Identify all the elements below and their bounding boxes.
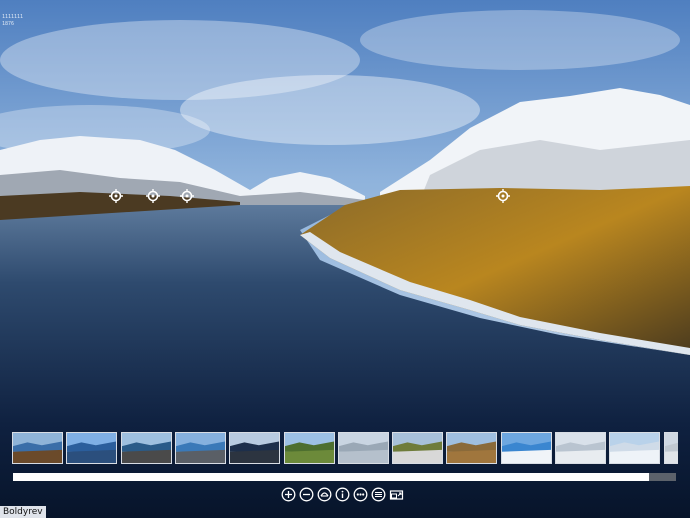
progress-fill <box>13 473 650 481</box>
thumbnail-11[interactable] <box>555 432 606 464</box>
thumbnail-image <box>284 433 334 463</box>
thumbnail-image <box>338 433 388 463</box>
vr-icon <box>317 487 332 502</box>
hotspots-toggle-button[interactable] <box>353 487 368 502</box>
thumbnail-9[interactable] <box>446 432 498 464</box>
thumbnail-image <box>393 433 443 463</box>
thumbnail-image <box>664 433 678 463</box>
thumbnail-5[interactable] <box>229 432 281 464</box>
progress-bar[interactable] <box>13 473 676 481</box>
dots-icon <box>353 487 368 502</box>
target-icon <box>146 189 160 203</box>
zoom-out-icon <box>299 487 314 502</box>
thumbnail-image <box>67 433 117 463</box>
panorama-viewer[interactable]: 1111111 1876 Boldyrev <box>0 0 690 518</box>
thumbnail-1[interactable] <box>12 432 63 464</box>
zoom-in-icon <box>281 487 296 502</box>
thumbnail-13[interactable] <box>663 432 678 464</box>
thumbnail-strip[interactable] <box>12 432 678 466</box>
vr-button[interactable] <box>317 487 332 502</box>
overlay-corner-text: 1111111 1876 <box>2 14 23 28</box>
thumbnail-2[interactable] <box>66 432 118 464</box>
hotspot-2[interactable] <box>146 188 160 203</box>
target-icon <box>109 189 123 203</box>
overlay-line-2: 1876 <box>2 21 15 27</box>
thumbnail-image <box>501 433 551 463</box>
thumbnail-6[interactable] <box>283 432 335 464</box>
overlay-line-1: 1111111 <box>2 14 24 20</box>
fullscreen-icon <box>389 490 404 500</box>
thumbnail-7[interactable] <box>337 432 389 464</box>
info-icon <box>335 487 350 502</box>
hotspot-1[interactable] <box>109 188 123 203</box>
zoom-out-button[interactable] <box>299 487 314 502</box>
thumbnail-image <box>13 433 62 463</box>
thumbnail-image <box>175 433 225 463</box>
thumbnail-8[interactable] <box>392 432 444 464</box>
thumbnail-image <box>447 433 497 463</box>
target-icon <box>180 189 194 203</box>
thumbnail-image <box>556 433 605 463</box>
thumbnail-12[interactable] <box>609 432 661 464</box>
thumbnail-image <box>230 433 280 463</box>
hotspot-4[interactable] <box>496 188 510 203</box>
control-bar <box>281 487 404 504</box>
thumbnails-toggle-button[interactable] <box>371 487 386 502</box>
author-credit[interactable]: Boldyrev <box>0 506 46 518</box>
hotspot-3[interactable] <box>180 188 194 203</box>
zoom-in-button[interactable] <box>281 487 296 502</box>
list-icon <box>371 487 386 502</box>
target-icon <box>496 189 510 203</box>
thumbnail-3[interactable] <box>120 432 172 464</box>
thumbnail-10[interactable] <box>500 432 552 464</box>
thumbnail-image <box>121 433 171 463</box>
info-button[interactable] <box>335 487 350 502</box>
thumbnail-4[interactable] <box>174 432 226 464</box>
fullscreen-button[interactable] <box>389 487 404 502</box>
thumbnail-image <box>610 433 660 463</box>
